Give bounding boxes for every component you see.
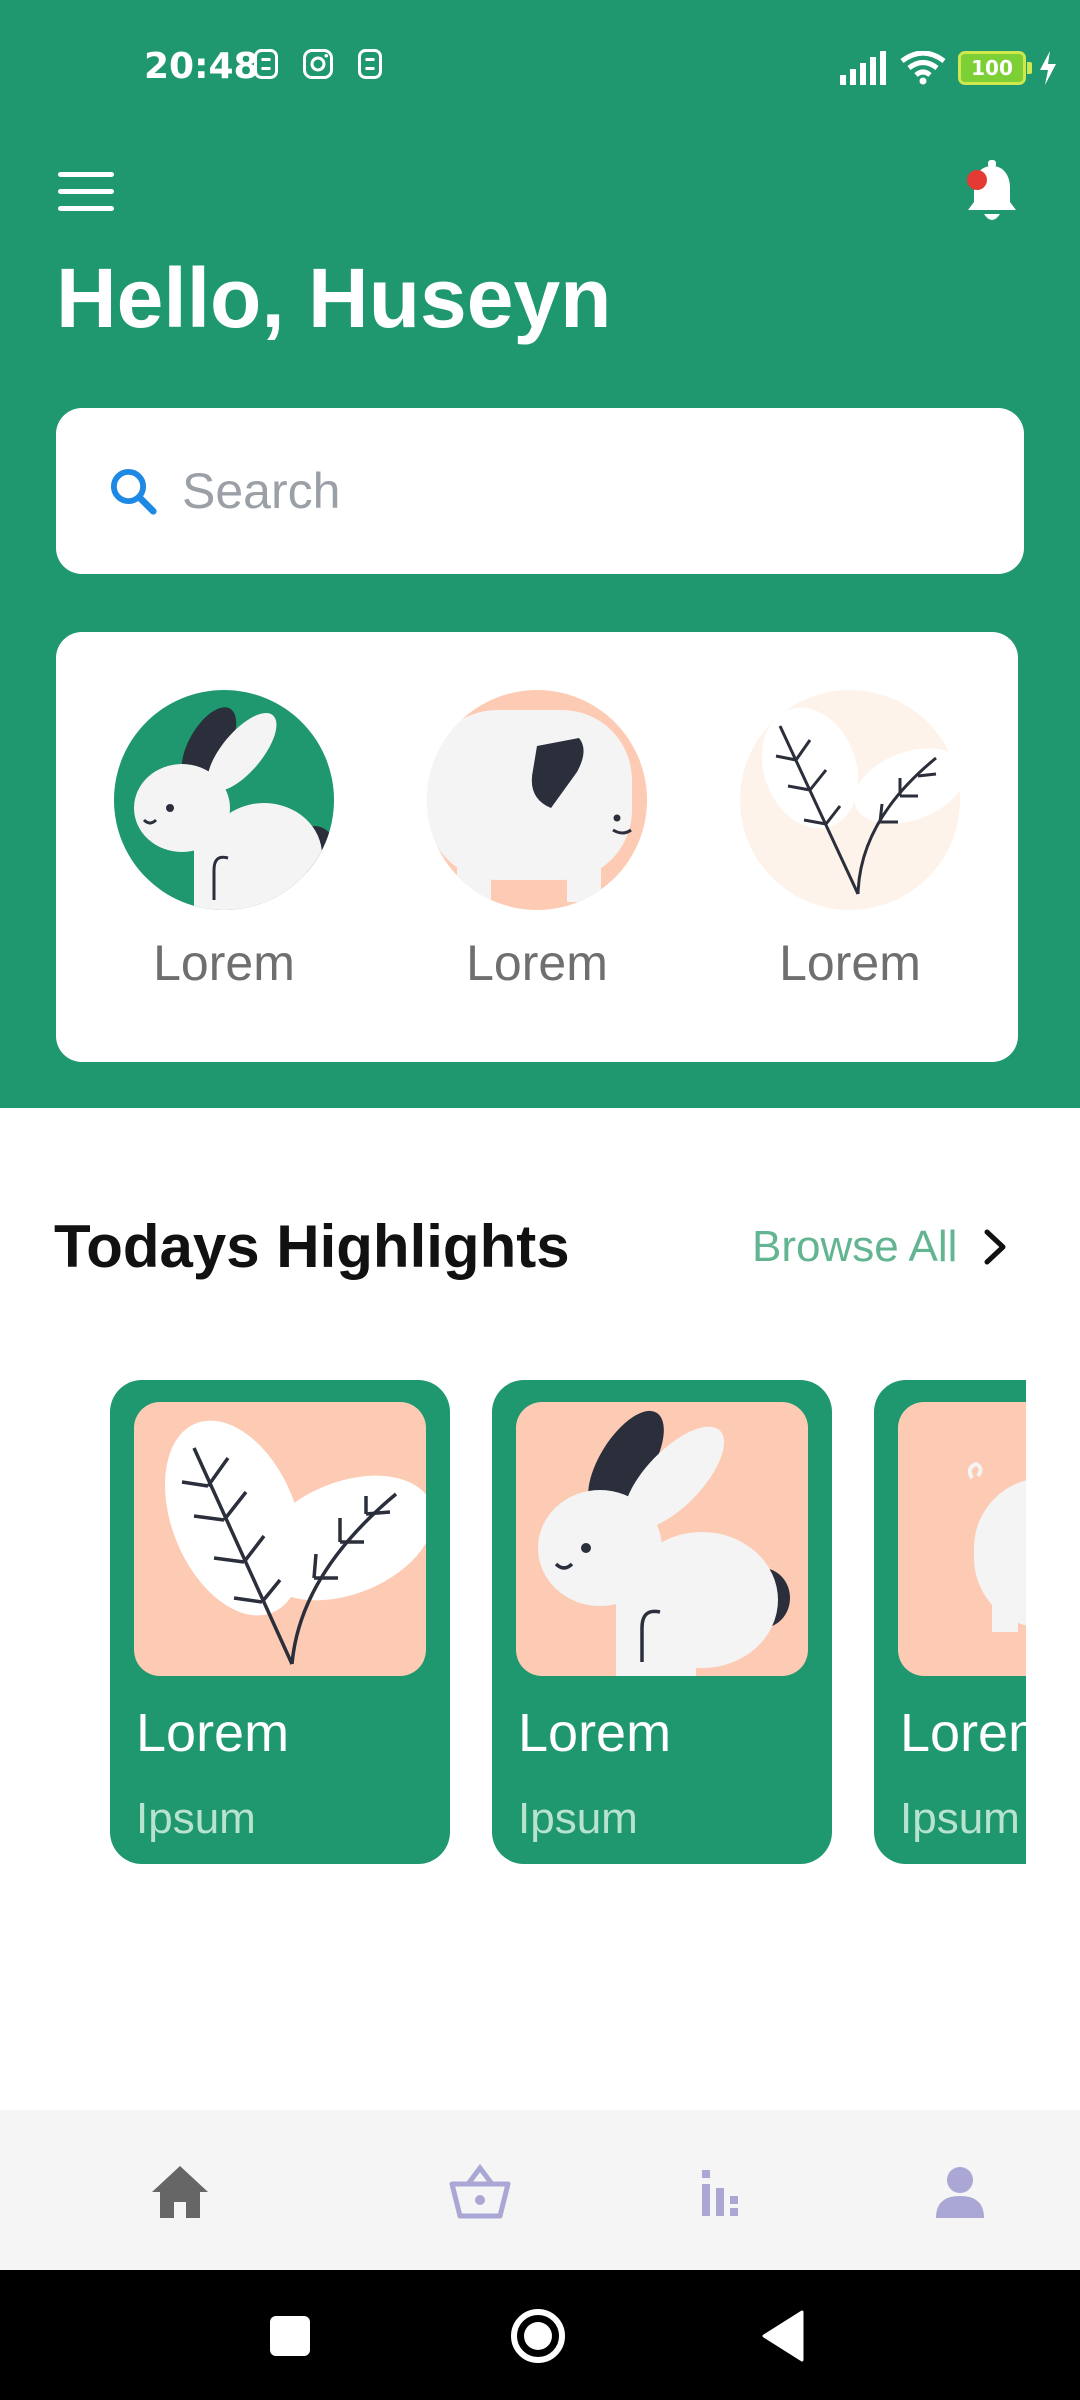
highlight-title: Lorem bbox=[518, 1703, 672, 1763]
stats-icon[interactable] bbox=[690, 2162, 754, 2222]
browse-all-label: Browse All bbox=[752, 1222, 958, 1271]
plant-image bbox=[134, 1402, 426, 1676]
categories-card: Lorem Lorem Lorem bbox=[56, 632, 1018, 1062]
greeting-title: Hello, Huseyn bbox=[56, 251, 612, 345]
notification-icon bbox=[358, 49, 382, 79]
browse-all-button[interactable]: Browse All bbox=[752, 1222, 1009, 1272]
status-time: 20:48 bbox=[144, 46, 259, 87]
pig-image bbox=[898, 1402, 1026, 1676]
charging-icon bbox=[1040, 51, 1056, 85]
status-notification-icons bbox=[248, 46, 388, 86]
highlight-card-2[interactable]: Lorem Ipsum bbox=[492, 1380, 832, 1864]
wifi-icon bbox=[900, 51, 946, 85]
home-button-icon[interactable] bbox=[508, 2306, 568, 2366]
battery-icon: 100 bbox=[958, 51, 1032, 85]
category-item-1[interactable]: Lorem bbox=[114, 690, 334, 992]
search-bar[interactable] bbox=[56, 408, 1024, 574]
bell-icon[interactable] bbox=[962, 160, 1022, 226]
hamburger-menu-icon[interactable] bbox=[58, 172, 114, 218]
highlight-subtitle: Ipsum bbox=[518, 1794, 638, 1843]
recents-button-icon[interactable] bbox=[268, 2314, 312, 2358]
chevron-right-icon bbox=[984, 1229, 1006, 1265]
category-item-3[interactable]: Lorem bbox=[740, 690, 960, 992]
highlight-title: Lorem bbox=[900, 1703, 1026, 1763]
rabbit-image bbox=[114, 690, 334, 910]
highlight-title: Lorem bbox=[136, 1703, 290, 1763]
rabbit-image bbox=[516, 1402, 808, 1676]
search-icon bbox=[110, 468, 157, 515]
search-input[interactable] bbox=[180, 461, 984, 521]
instagram-icon bbox=[303, 49, 333, 79]
highlights-carousel[interactable]: Lorem Ipsum Lorem Ipsum Lore Ipsum bbox=[110, 1380, 1026, 1864]
basket-icon[interactable] bbox=[448, 2162, 512, 2222]
bottom-navigation bbox=[0, 2110, 1080, 2270]
notification-dot bbox=[967, 170, 987, 190]
pig-image bbox=[427, 690, 647, 910]
highlight-card-1[interactable]: Lorem Ipsum bbox=[110, 1380, 450, 1864]
home-icon[interactable] bbox=[148, 2162, 212, 2222]
status-bar: 20:48 100 bbox=[0, 0, 1080, 132]
category-label: Lorem bbox=[466, 935, 608, 991]
signal-icon bbox=[840, 51, 886, 85]
highlight-subtitle: Ipsum bbox=[136, 1794, 256, 1843]
profile-icon[interactable] bbox=[928, 2162, 992, 2222]
plant-image bbox=[740, 690, 960, 910]
notification-icon bbox=[254, 49, 278, 79]
highlights-title: Todays Highlights bbox=[54, 1213, 570, 1280]
back-button-icon[interactable] bbox=[760, 2310, 804, 2362]
status-system-icons: 100 bbox=[838, 48, 1058, 88]
category-label: Lorem bbox=[153, 935, 295, 991]
system-navigation-bar bbox=[0, 2270, 1080, 2400]
highlight-subtitle: Ipsum bbox=[900, 1794, 1020, 1843]
category-label: Lorem bbox=[779, 935, 921, 991]
battery-level: 100 bbox=[971, 56, 1013, 80]
highlight-card-3[interactable]: Lorem Ipsum bbox=[874, 1380, 1026, 1864]
category-item-2[interactable]: Lorem bbox=[427, 690, 647, 992]
